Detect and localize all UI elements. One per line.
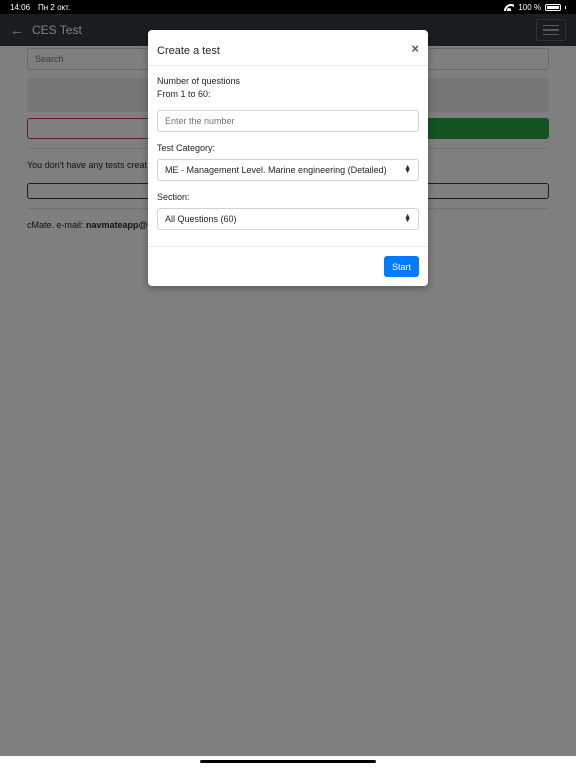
question-count-input[interactable]: Enter the number: [157, 110, 419, 132]
section-selected-value: All Questions (60): [165, 214, 237, 224]
create-test-modal: Create a test × Number of questions From…: [148, 30, 428, 286]
section-select[interactable]: All Questions (60) ▲ ▼: [157, 208, 419, 230]
question-count-range: From 1 to 60:: [157, 89, 211, 99]
battery-percent: 100 %: [518, 2, 541, 12]
modal-footer: Start: [148, 246, 428, 286]
select-arrows-icon: ▲ ▼: [404, 213, 411, 224]
section-label: Section:: [157, 192, 190, 202]
battery-tip: [565, 5, 566, 9]
category-selected-value: ME - Management Level. Marine engineerin…: [165, 165, 387, 175]
start-button[interactable]: Start: [383, 256, 419, 277]
home-indicator[interactable]: [200, 760, 376, 763]
select-arrows-icon: ▲ ▼: [404, 164, 411, 175]
modal-title: Create a test: [157, 44, 220, 57]
category-select[interactable]: ME - Management Level. Marine engineerin…: [157, 159, 419, 181]
status-bar: 14:06 Пн 2 окт. 100 %: [0, 0, 576, 14]
status-date: Пн 2 окт.: [38, 2, 71, 12]
modal-header: Create a test ×: [148, 30, 428, 66]
battery-icon: [545, 3, 561, 11]
category-label: Test Category:: [157, 143, 216, 153]
modal-body: Number of questions From 1 to 60: Enter …: [148, 66, 428, 230]
wifi-icon: [504, 3, 514, 11]
question-count-label: Number of questions: [157, 76, 241, 86]
status-time: 14:06: [10, 2, 31, 12]
close-icon[interactable]: ×: [411, 41, 419, 56]
